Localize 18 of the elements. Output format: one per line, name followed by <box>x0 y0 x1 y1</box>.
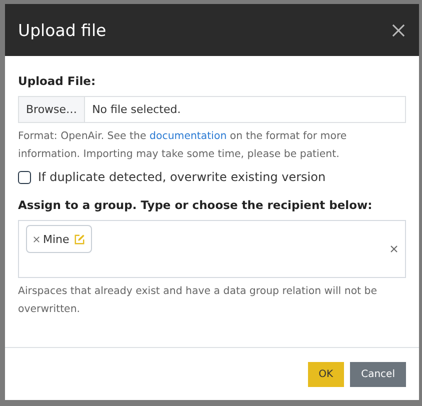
help-text: Format: OpenAir. See the documentation on the format for more information. Importing may take some time, please be patient. <box>18 130 348 162</box>
cancel-button[interactable]: Cancel <box>350 362 406 386</box>
close-icon[interactable] <box>392 24 405 36</box>
ok-button[interactable]: OK <box>308 362 344 386</box>
documentation-link[interactable]: documentation <box>150 131 227 142</box>
checkbox[interactable] <box>18 170 31 184</box>
remove-icon[interactable] <box>33 236 40 242</box>
file-input[interactable]: Browse… No file selected. <box>18 96 406 123</box>
checkbox-label: If duplicate detected, overwrite existing version <box>38 170 326 184</box>
field-label: Upload File: <box>18 74 97 88</box>
tag-label: Mine <box>43 232 70 246</box>
dialog-title: Upload file <box>18 20 106 40</box>
field-label: Assign to a group. Type or choose the recipient below: <box>18 198 374 212</box>
browse-button[interactable]: Browse… <box>19 97 86 122</box>
file-name: No file selected. <box>91 102 182 118</box>
note-text: Airspaces that already exist and have a data group relation will not be overwritten. <box>18 285 378 317</box>
clear-icon[interactable] <box>390 245 398 253</box>
group-select-field[interactable]: Mine <box>18 220 406 278</box>
